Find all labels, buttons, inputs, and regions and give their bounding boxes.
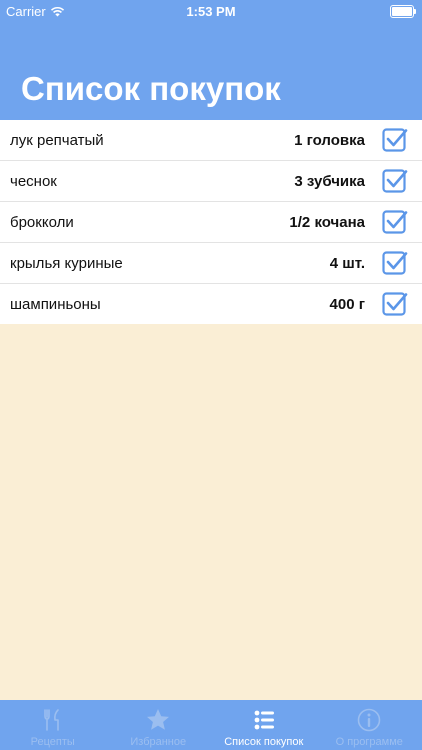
checkbox-checked-icon[interactable] <box>382 250 408 276</box>
list-item: шампиньоны 400 г <box>0 284 422 324</box>
tab-about[interactable]: О программе <box>317 700 422 750</box>
checkbox-checked-icon[interactable] <box>382 127 408 153</box>
item-quantity: 1 головка <box>294 131 365 149</box>
item-name: чеснок <box>10 172 57 190</box>
list-icon <box>254 710 274 730</box>
tab-label: Избранное <box>130 736 187 748</box>
shopping-list: лук репчатый 1 головка чеснок 3 зубчика … <box>0 120 422 324</box>
item-name: шампиньоны <box>10 295 101 313</box>
item-name: крылья куриные <box>10 254 123 272</box>
tab-label: Рецепты <box>30 736 75 748</box>
tab-favorites[interactable]: Избранное <box>106 700 212 750</box>
info-icon <box>357 708 381 732</box>
navigation-header: Carrier 1:53 PM Список покупок <box>0 0 422 120</box>
tab-shopping-list[interactable]: Список покупок <box>211 700 317 750</box>
tab-recipes[interactable]: Рецепты <box>0 700 106 750</box>
item-quantity: 400 г <box>329 295 365 313</box>
checkbox-checked-icon[interactable] <box>382 168 408 194</box>
battery-icon <box>390 5 416 18</box>
status-time: 1:53 PM <box>186 4 236 19</box>
star-icon <box>147 709 170 730</box>
tab-label: О программе <box>335 736 403 748</box>
checkbox-checked-icon[interactable] <box>382 209 408 235</box>
list-item: крылья куриные 4 шт. <box>0 243 422 284</box>
list-item: чеснок 3 зубчика <box>0 161 422 202</box>
item-name: брокколи <box>10 213 74 231</box>
tab-bar: Рецепты Избранное Список покупок О прогр… <box>0 700 422 750</box>
list-item: брокколи 1/2 кочана <box>0 202 422 243</box>
status-bar: Carrier 1:53 PM <box>0 0 422 22</box>
item-name: лук репчатый <box>10 131 104 149</box>
page-title: Список покупок <box>21 70 281 107</box>
tab-label: Список покупок <box>224 736 304 748</box>
checkbox-checked-icon[interactable] <box>382 291 408 317</box>
item-quantity: 1/2 кочана <box>289 213 365 231</box>
fork-knife-icon <box>43 709 59 731</box>
list-item: лук репчатый 1 головка <box>0 120 422 161</box>
item-quantity: 4 шт. <box>329 254 365 272</box>
item-quantity: 3 зубчика <box>294 172 365 190</box>
